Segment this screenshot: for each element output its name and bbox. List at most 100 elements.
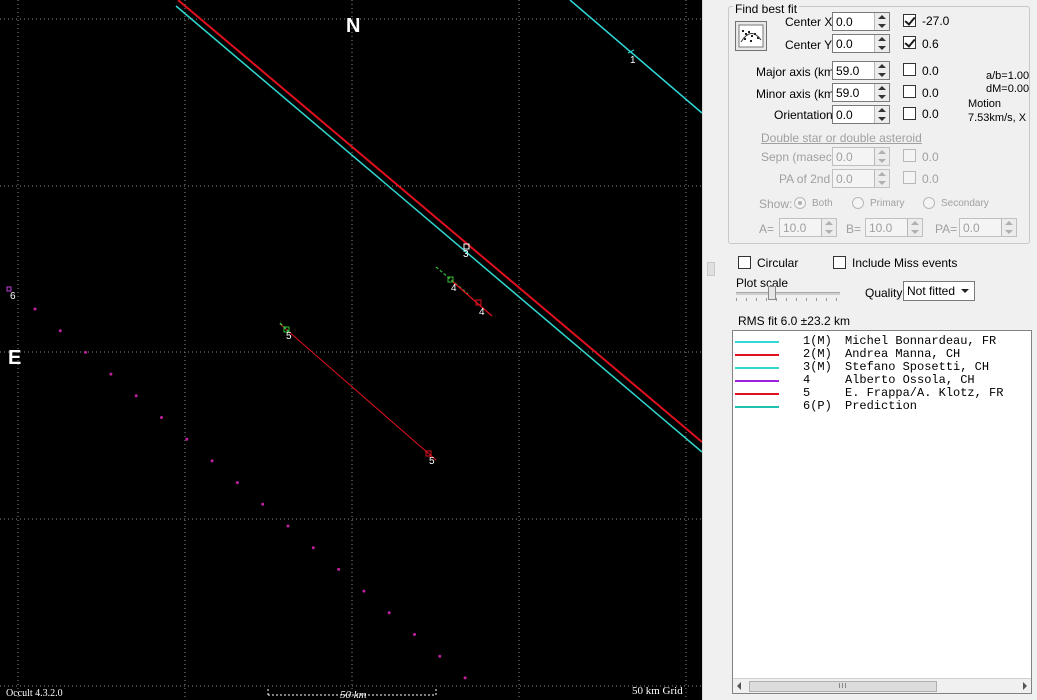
east-label: E [8,347,21,369]
chord-label: 5 [429,456,435,467]
show-secondary-radio[interactable] [923,197,935,209]
pa-label: PA= [935,222,958,236]
observer-row[interactable]: 6(P) Prediction [733,400,1031,413]
minor-axis-input[interactable]: 59.0 [832,83,890,102]
spin-arrows-icon[interactable] [874,84,889,101]
chord-labels: 1 3 4 4 5 5 6 [10,55,636,467]
plot-grid [0,0,702,700]
center-y-input[interactable]: 0.0 [832,34,890,53]
version-label: Occult 4.3.2.0 [6,688,63,699]
sepn-checkbox[interactable] [903,149,916,162]
center-y-label: Center Y [785,38,833,52]
spin-arrows-icon[interactable] [874,106,889,123]
fit-panel: Find best fit Center X 0.0 -27.0 Center … [726,0,1037,700]
chord-label: 4 [451,283,457,294]
pa2-label: PA of 2nd [779,172,831,186]
include-miss-checkbox[interactable] [833,256,846,269]
plot-scale-slider[interactable] [768,286,776,300]
miss-event-dot [58,329,62,333]
miss-event-dot [387,611,391,615]
sepn-input[interactable]: 0.0 [832,147,890,166]
miss-event-dot [109,372,113,376]
show-secondary-label: Secondary [941,198,989,209]
motion-value: 7.53km/s, X [968,112,1027,124]
sepn-label: Sepn (masec) [761,150,836,164]
minor-axis-label: Minor axis (km) [756,87,839,101]
miss-event-dot [235,481,239,485]
pa-input[interactable]: 0.0 [959,218,1017,237]
circular-label: Circular [757,256,799,270]
show-primary-radio[interactable] [852,197,864,209]
chord-label: 6 [10,291,16,302]
minor-axis-result: 0.0 [922,86,939,100]
miss-event-dot [33,307,37,311]
spin-arrows-icon[interactable] [874,62,889,79]
miss-event-dot [337,567,341,571]
observer-number: 6(P) [803,399,832,413]
chord-label: 1 [630,55,636,66]
miss-event-dot [362,589,366,593]
quality-label: Quality [865,286,903,300]
chord-line-2 [177,0,702,443]
spin-arrows-icon[interactable] [874,35,889,52]
center-x-input[interactable]: 0.0 [832,12,890,31]
miss-event-dot [210,459,214,463]
miss-event-dot [413,633,416,636]
chord-line-1 [569,0,702,114]
a-label: A= [759,222,775,236]
plot-canvas: 1 3 4 4 5 5 6 N E Occult 4.3.2.0 50 km 50 km G… [0,0,702,700]
panel-splitter[interactable] [702,0,727,700]
b-input[interactable]: 10.0 [865,218,923,237]
major-axis-checkbox[interactable] [903,63,916,76]
scroll-left-icon[interactable] [737,682,741,690]
miss-event-dot [311,546,315,550]
chord-label: 3 [463,249,469,260]
observer-list[interactable]: 1(M) Michel Bonnardeau, FR 2(M) Andrea Mann… [732,330,1032,694]
chord-line-3 [175,5,702,453]
find-best-fit-title: Find best fit [733,2,800,16]
miss-event-dot [84,350,88,354]
rms-fit-label: RMS fit 6.0 ±23.2 km [738,314,850,328]
center-x-label: Center X [785,15,833,29]
orientation-label: Orientation [774,108,833,122]
show-both-radio[interactable] [794,197,806,209]
spin-arrows-icon[interactable] [821,219,836,236]
scroll-right-icon[interactable] [1023,682,1027,690]
splitter-grip[interactable] [707,262,715,276]
quality-select[interactable]: Not fitted [903,281,975,301]
plot-scale-track[interactable] [736,292,840,295]
occultation-plot[interactable]: 1 3 4 4 5 5 6 N E Occult 4.3.2.0 50 km 50 km G… [0,0,702,700]
observer-list-scrollbar[interactable] [733,678,1031,693]
chord-4-segment [451,280,493,317]
spin-arrows-icon[interactable] [1001,219,1016,236]
circular-checkbox[interactable] [738,256,751,269]
pa2-input[interactable]: 0.0 [832,169,890,188]
orientation-checkbox[interactable] [903,107,916,120]
minor-axis-checkbox[interactable] [903,85,916,98]
find-best-fit-button[interactable] [735,21,767,51]
center-y-result: 0.6 [922,37,939,51]
miss-event-dot [261,502,265,506]
chord-5-segment [279,323,437,461]
a-input[interactable]: 10.0 [779,218,837,237]
scroll-grip-icon [839,683,847,688]
orientation-input[interactable]: 0.0 [832,105,890,124]
major-axis-input[interactable]: 59.0 [832,61,890,80]
miss-event-dot [134,394,138,398]
plot-scale-label: Plot scale [736,276,789,290]
pa2-checkbox[interactable] [903,171,916,184]
observer-color-swatch [735,380,779,382]
fit-curve-icon [738,24,764,48]
spin-arrows-icon[interactable] [874,148,889,165]
spin-arrows-icon[interactable] [874,170,889,187]
spin-arrows-icon[interactable] [907,219,922,236]
center-y-checkbox[interactable] [903,36,916,49]
dm-value: dM=0.00 [986,83,1030,95]
observer-color-swatch [735,341,779,343]
north-label: N [346,15,360,37]
center-x-checkbox[interactable] [903,14,916,27]
center-x-result: -27.0 [922,14,950,28]
motion-label: Motion [968,98,1002,110]
spin-arrows-icon[interactable] [874,13,889,30]
b-label: B= [846,222,862,236]
